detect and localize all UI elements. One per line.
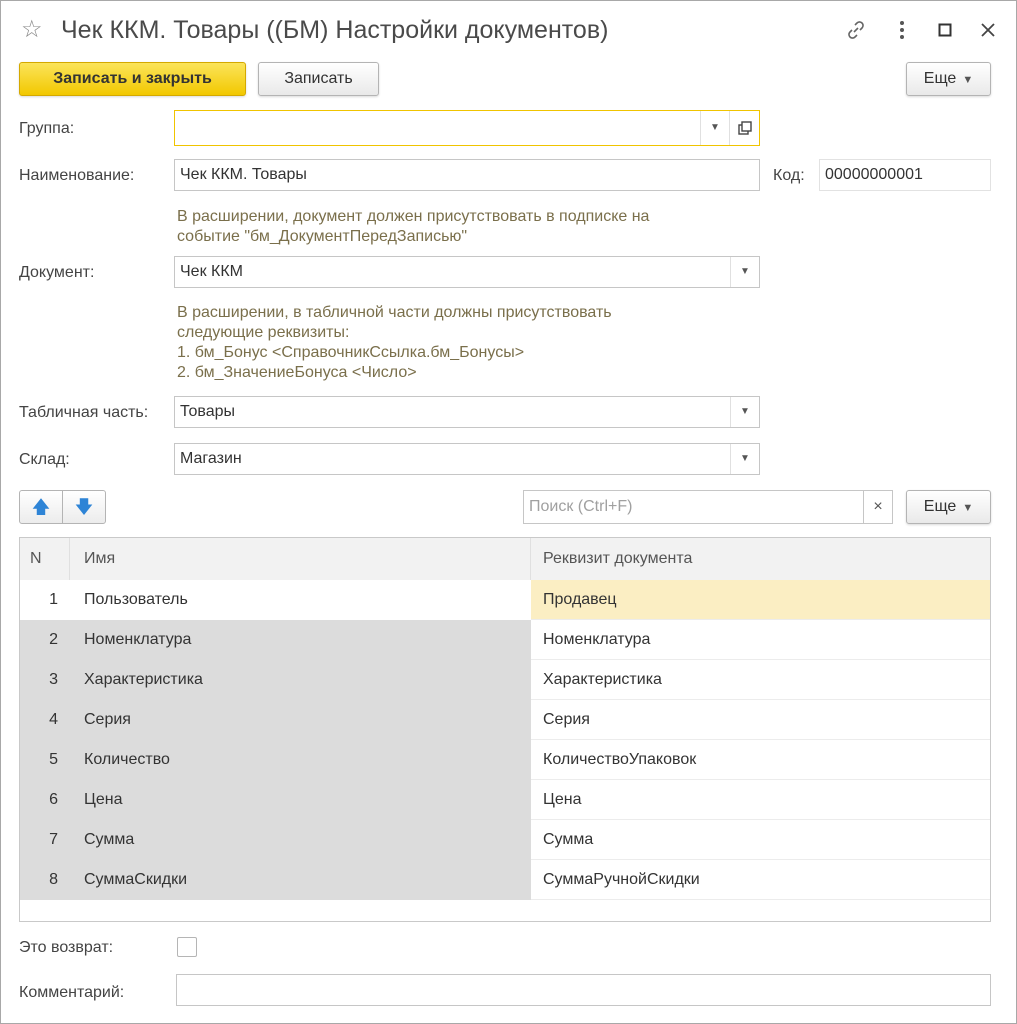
hint-line: В расширении, в табличной части должны п… (177, 304, 612, 321)
table-row[interactable]: 7 Сумма Сумма (20, 820, 990, 860)
warehouse-label: Склад: (19, 451, 70, 468)
table-row[interactable]: 5 Количество КоличествоУпаковок (20, 740, 990, 780)
table-header: N Имя Реквизит документа (20, 538, 990, 581)
hint-line: следующие реквизиты: (177, 324, 350, 341)
hint-requisites: В расширении, в табличной части должны п… (177, 303, 612, 383)
chevron-down-icon[interactable]: ▼ (730, 397, 759, 427)
requisites-table: N Имя Реквизит документа 1 Пользователь … (19, 537, 991, 922)
save-button[interactable]: Записать (258, 62, 379, 96)
column-header-n[interactable]: N (20, 538, 70, 580)
document-value: Чек ККМ (180, 263, 243, 280)
comment-label: Комментарий: (19, 984, 125, 1001)
table-row[interactable]: 2 Номенклатура Номенклатура (20, 620, 990, 660)
hint-line: 2. бм_ЗначениеБонуса <Число> (177, 364, 417, 381)
row-name: Характеристика (70, 660, 531, 700)
row-name: Цена (70, 780, 531, 820)
move-up-button[interactable]: 🡅 (19, 490, 63, 524)
row-number: 3 (20, 660, 70, 700)
hint-line: 1. бм_Бонус <СправочникСсылка.бм_Бонусы> (177, 344, 525, 361)
arrow-up-icon: 🡅 (31, 497, 51, 517)
maximize-icon[interactable] (930, 15, 960, 45)
code-field[interactable]: 00000000001 (819, 159, 991, 191)
chevron-down-icon[interactable]: ▼ (700, 111, 729, 145)
is-return-checkbox[interactable] (177, 937, 197, 957)
more-vertical-icon[interactable] (887, 15, 917, 45)
column-header-name[interactable]: Имя (70, 538, 531, 580)
row-attr[interactable]: СуммаРучнойСкидки (531, 860, 990, 900)
row-name: Пользователь (70, 580, 531, 620)
group-label: Группа: (19, 120, 75, 137)
is-return-label: Это возврат: (19, 939, 114, 956)
table-row[interactable]: 3 Характеристика Характеристика (20, 660, 990, 700)
tabular-value: Товары (180, 403, 236, 420)
arrow-down-icon: 🡇 (74, 497, 94, 517)
move-down-button[interactable]: 🡇 (62, 490, 106, 524)
row-number: 2 (20, 620, 70, 660)
more-button[interactable]: Еще ▼ (906, 62, 991, 96)
chevron-down-icon: ▼ (962, 502, 974, 514)
table-row[interactable]: 4 Серия Серия (20, 700, 990, 740)
row-attr[interactable]: Серия (531, 700, 990, 740)
open-icon[interactable] (729, 111, 759, 145)
star-icon[interactable]: ☆ (21, 15, 43, 45)
row-number: 5 (20, 740, 70, 780)
warehouse-value: Магазин (180, 450, 242, 467)
chevron-down-icon: ▼ (962, 74, 974, 86)
row-number: 1 (20, 580, 70, 620)
group-field[interactable]: ▼ (174, 110, 760, 146)
window-title: Чек ККМ. Товары ((БМ) Настройки документ… (61, 16, 609, 44)
hint-line: событие "бм_ДокументПередЗаписью" (177, 228, 468, 245)
row-attr[interactable]: Номенклатура (531, 620, 990, 660)
row-name: Серия (70, 700, 531, 740)
chevron-down-icon[interactable]: ▼ (730, 257, 759, 287)
table-row[interactable]: 6 Цена Цена (20, 780, 990, 820)
column-header-attr[interactable]: Реквизит документа (531, 538, 990, 580)
document-field[interactable]: Чек ККМ ▼ (174, 256, 760, 288)
hint-line: В расширении, документ должен присутство… (177, 208, 650, 225)
clear-search-button[interactable]: × (863, 490, 893, 524)
row-name: Сумма (70, 820, 531, 860)
document-settings-window: ☆ Чек ККМ. Товары ((БМ) Настройки докуме… (0, 0, 1017, 1024)
table-row[interactable]: 8 СуммаСкидки СуммаРучнойСкидки (20, 860, 990, 900)
table-more-button[interactable]: Еще ▼ (906, 490, 991, 524)
row-name: СуммаСкидки (70, 860, 531, 900)
row-attr[interactable]: Цена (531, 780, 990, 820)
name-field[interactable]: Чек ККМ. Товары (174, 159, 760, 191)
document-label: Документ: (19, 264, 95, 281)
tabular-label: Табличная часть: (19, 404, 149, 421)
row-attr[interactable]: Продавец (531, 580, 990, 620)
tabular-field[interactable]: Товары ▼ (174, 396, 760, 428)
table-more-label: Еще (923, 498, 957, 515)
table-row[interactable]: 1 Пользователь Продавец (20, 580, 990, 620)
name-label: Наименование: (19, 167, 135, 184)
row-name: Номенклатура (70, 620, 531, 660)
row-number: 4 (20, 700, 70, 740)
more-label: Еще (923, 70, 957, 87)
row-attr[interactable]: КоличествоУпаковок (531, 740, 990, 780)
warehouse-field[interactable]: Магазин ▼ (174, 443, 760, 475)
code-label: Код: (773, 167, 805, 184)
search-input[interactable]: Поиск (Ctrl+F) (523, 490, 864, 524)
row-number: 8 (20, 860, 70, 900)
link-icon[interactable] (841, 15, 871, 45)
row-attr[interactable]: Характеристика (531, 660, 990, 700)
chevron-down-icon[interactable]: ▼ (730, 444, 759, 474)
comment-field[interactable] (176, 974, 991, 1006)
hint-subscription: В расширении, документ должен присутство… (177, 207, 649, 247)
row-attr[interactable]: Сумма (531, 820, 990, 860)
close-icon[interactable] (973, 15, 1003, 45)
save-and-close-button[interactable]: Записать и закрыть (19, 62, 246, 96)
row-number: 7 (20, 820, 70, 860)
row-number: 6 (20, 780, 70, 820)
row-name: Количество (70, 740, 531, 780)
